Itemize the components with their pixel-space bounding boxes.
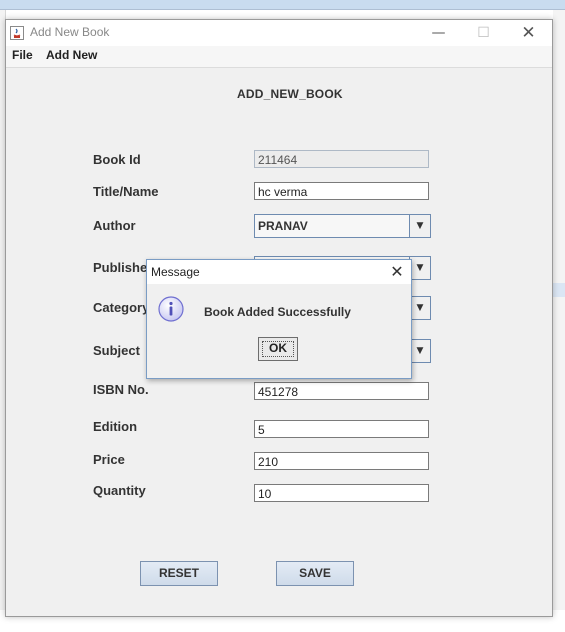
price-field[interactable]: 210 bbox=[254, 452, 429, 470]
price-label: Price bbox=[93, 452, 125, 467]
book-id-label: Book Id bbox=[93, 152, 141, 167]
page-title: ADD_NEW_BOOK bbox=[237, 87, 343, 101]
save-button[interactable]: SAVE bbox=[276, 561, 354, 586]
background-window-strip bbox=[0, 0, 565, 10]
author-label: Author bbox=[93, 218, 136, 233]
dialog-close-button[interactable]: ✕ bbox=[383, 260, 411, 284]
menu-bar: File Add New bbox=[6, 46, 552, 68]
chevron-down-icon[interactable]: ▼ bbox=[409, 215, 430, 237]
chevron-down-icon[interactable]: ▼ bbox=[409, 297, 430, 319]
message-dialog: Message ✕ Book Added Successfully OK bbox=[146, 259, 412, 379]
reset-button[interactable]: RESET bbox=[140, 561, 218, 586]
window-title: Add New Book bbox=[30, 25, 110, 39]
java-icon bbox=[10, 26, 24, 40]
author-combo[interactable]: PRANAV ▼ bbox=[254, 214, 431, 238]
title-label: Title/Name bbox=[93, 184, 159, 199]
focus-ring bbox=[262, 341, 294, 357]
subject-label: Subject bbox=[93, 343, 140, 358]
book-id-field[interactable]: 211464 bbox=[254, 150, 429, 168]
ok-button[interactable]: OK bbox=[258, 337, 298, 361]
title-bar[interactable]: Add New Book — ☐ ✕ bbox=[6, 20, 552, 46]
chevron-down-icon[interactable]: ▼ bbox=[409, 257, 430, 279]
dialog-message: Book Added Successfully bbox=[204, 305, 351, 319]
menu-add-new[interactable]: Add New bbox=[46, 48, 97, 62]
publisher-label: Publisher bbox=[93, 260, 153, 275]
info-icon bbox=[158, 296, 184, 322]
background-highlight bbox=[553, 283, 565, 297]
isbn-field[interactable]: 451278 bbox=[254, 382, 429, 400]
background-window-right bbox=[553, 10, 565, 610]
title-field[interactable]: hc verma bbox=[254, 182, 429, 200]
dialog-title-bar[interactable]: Message ✕ bbox=[147, 260, 411, 284]
maximize-button[interactable]: ☐ bbox=[461, 20, 506, 46]
menu-file[interactable]: File bbox=[12, 48, 33, 62]
category-label: Category bbox=[93, 300, 150, 315]
minimize-button[interactable]: — bbox=[416, 20, 461, 46]
quantity-label: Quantity bbox=[93, 483, 146, 498]
quantity-field[interactable]: 10 bbox=[254, 484, 429, 502]
dialog-title: Message bbox=[151, 265, 200, 279]
isbn-label: ISBN No. bbox=[93, 382, 149, 397]
chevron-down-icon[interactable]: ▼ bbox=[409, 340, 430, 362]
edition-label: Edition bbox=[93, 419, 138, 434]
author-value: PRANAV bbox=[258, 219, 308, 233]
edition-field[interactable]: 5 bbox=[254, 420, 429, 438]
close-button[interactable]: ✕ bbox=[506, 20, 551, 46]
